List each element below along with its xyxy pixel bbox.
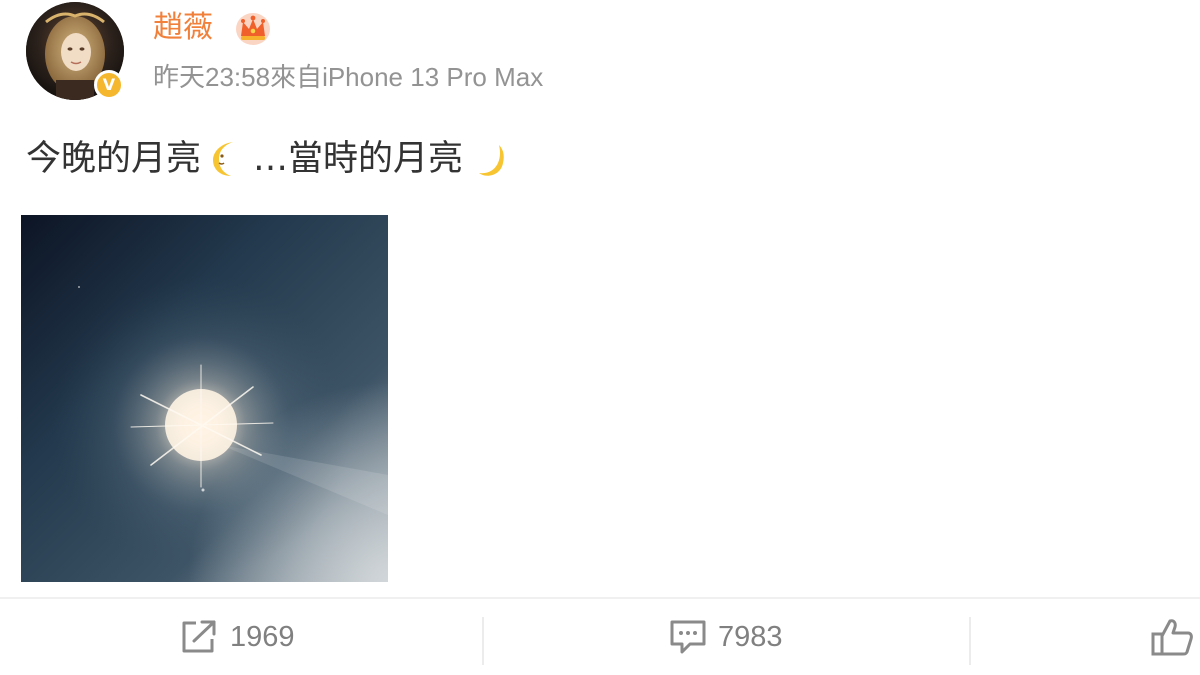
post-text-part1: 今晚的月亮	[26, 139, 202, 179]
comment-button[interactable]: 7983	[668, 599, 783, 675]
post-text: 今晚的月亮 …當時的月亮	[26, 136, 515, 182]
repost-button[interactable]: 1969	[180, 599, 295, 675]
comment-count: 7983	[718, 620, 783, 653]
like-button[interactable]	[1150, 599, 1200, 675]
crown-icon[interactable]	[234, 10, 272, 46]
post-meta: 昨天23:58來自iPhone 13 Pro Max	[153, 62, 544, 92]
action-separator	[482, 617, 484, 665]
action-separator	[969, 617, 971, 665]
repost-icon	[182, 620, 216, 653]
post-photo[interactable]	[21, 215, 388, 582]
verified-badge: V	[94, 70, 124, 100]
weibo-post: V 趙薇 昨天23:58來自iPhone 13 Pro Max 今晚的月亮 …當…	[0, 0, 1200, 675]
action-bar: 1969 7983	[0, 599, 1200, 675]
night-sky-moon-photo	[21, 215, 388, 582]
comment-icon	[670, 620, 706, 654]
crescent-moon-icon	[479, 145, 504, 176]
avatar-container[interactable]: V	[26, 2, 126, 102]
repost-count: 1969	[230, 620, 295, 653]
crescent-moon-face-icon	[213, 142, 234, 176]
thumbs-up-icon	[1151, 619, 1193, 656]
user-name[interactable]: 趙薇	[153, 8, 213, 48]
post-text-part2: …當時的月亮	[253, 139, 464, 179]
